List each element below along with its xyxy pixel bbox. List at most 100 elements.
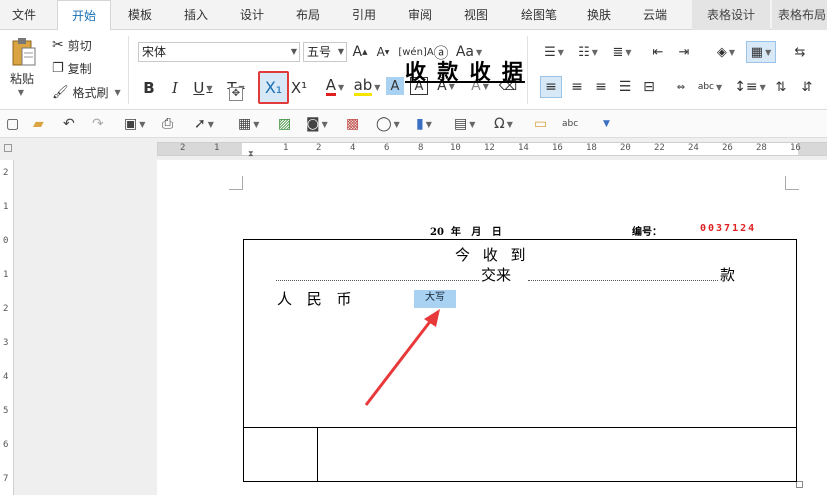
bullet-list-icon[interactable]: ☰ ▼ — [540, 42, 568, 62]
align-right-icon[interactable]: ≡ — [590, 76, 612, 98]
redo-icon[interactable]: ↷ — [92, 115, 104, 133]
textbox-icon[interactable]: ▤ ▼ — [454, 115, 475, 133]
clipboard-icon — [12, 38, 36, 66]
underline-button[interactable]: U ▼ — [190, 78, 216, 98]
rmb-label: 人 民 币 — [277, 290, 357, 308]
ruler-label: 14 — [518, 143, 529, 153]
align-left-icon[interactable]: ≡ — [540, 76, 562, 98]
paste-dropdown[interactable]: ▼ — [14, 87, 26, 97]
scissors-icon: ✂ — [52, 37, 64, 53]
paragraph-spacing-icon[interactable]: ⇅ — [770, 76, 792, 98]
table-row-divider — [243, 427, 797, 428]
ruler-label: 6 — [384, 143, 390, 153]
menu-layout[interactable]: 布局 — [281, 0, 335, 30]
chevron-down-icon: ▼ — [114, 87, 121, 97]
increase-indent-icon[interactable]: ⇥ — [674, 42, 694, 62]
menu-table-layout[interactable]: 表格布局 — [772, 0, 827, 30]
bold-button[interactable]: B — [140, 78, 158, 98]
note-icon[interactable]: ▭ — [534, 115, 547, 133]
customize-toolbar-icon[interactable]: ▼ — [603, 115, 610, 133]
menu-references[interactable]: 引用 — [337, 0, 391, 30]
receipt-table[interactable] — [243, 239, 797, 482]
purpose-line[interactable] — [528, 280, 718, 281]
font-size-value: 五号 — [307, 45, 332, 59]
text-direction-icon[interactable]: ⇆ — [790, 42, 810, 62]
shading-icon[interactable]: ◈ ▼ — [712, 42, 740, 62]
date-line: 20 年 月 日 — [430, 227, 502, 238]
cut-button[interactable]: ✂ 剪切 — [52, 36, 92, 54]
menu-table-design[interactable]: 表格设计 — [692, 0, 770, 30]
symbol-icon[interactable]: Ω ▼ — [494, 115, 513, 133]
char-count-icon[interactable]: abc — [562, 115, 578, 133]
indent-marker-icon[interactable]: ⧗ — [248, 149, 254, 159]
smartart-icon[interactable]: ▩ — [346, 115, 359, 133]
ruler-label: 22 — [654, 143, 665, 153]
justify-icon[interactable]: ☰ — [614, 76, 636, 98]
new-doc-icon[interactable]: ▢ — [6, 115, 19, 133]
print-icon[interactable]: ⎙ — [162, 115, 173, 133]
shapes-icon[interactable]: ◯ ▼ — [376, 115, 400, 133]
open-folder-icon[interactable]: ▰ — [33, 115, 44, 133]
subscript-button[interactable]: X₁ — [258, 71, 289, 104]
multilevel-list-icon[interactable]: ≣ ▼ — [608, 42, 636, 62]
column-icon[interactable]: ⇵ — [796, 76, 818, 98]
menu-insert[interactable]: 插入 — [169, 0, 223, 30]
exchange-label: 交来 — [481, 266, 512, 284]
ruler-label: 16 — [790, 143, 801, 153]
menu-design[interactable]: 设计 — [225, 0, 279, 30]
italic-button[interactable]: I — [166, 78, 184, 98]
ruler-label: 20 — [620, 143, 631, 153]
horizontal-ruler[interactable]: 2 1 1 2 4 6 8 10 12 14 16 18 20 22 24 26… — [157, 142, 827, 159]
superscript-button[interactable]: X¹ — [290, 78, 308, 98]
paste-button[interactable] — [6, 34, 40, 70]
highlight-button[interactable]: ab ▼ — [352, 76, 382, 98]
insert-picture-icon[interactable]: ▨ — [278, 115, 291, 133]
line-break-icon[interactable]: abc ▼ — [696, 76, 724, 98]
font-name-select[interactable]: 宋体 ▼ — [138, 42, 300, 62]
payment-label: 款 — [720, 266, 736, 284]
tab-stop-icon[interactable] — [4, 144, 12, 152]
font-size-select[interactable]: 五号 ▼ — [303, 42, 347, 62]
align-center-icon[interactable]: ≡ — [566, 76, 588, 98]
select-pointer-icon[interactable]: ➚ ▼ — [194, 115, 214, 133]
char-spacing-icon[interactable]: ⇔ — [670, 76, 692, 98]
received-label: 今 收 到 — [455, 246, 530, 264]
numbered-list-icon[interactable]: ☷ ▼ — [574, 42, 602, 62]
table-move-handle-icon[interactable]: ✥ — [229, 87, 243, 101]
font-color-button[interactable]: A ▼ — [320, 76, 350, 98]
crop-mark — [229, 176, 243, 190]
ruler-label: 2 — [316, 143, 322, 153]
menu-file[interactable]: 文件 — [0, 0, 48, 30]
menu-template[interactable]: 模板 — [113, 0, 167, 30]
table-resize-handle-icon[interactable] — [796, 481, 803, 488]
screenshot-icon[interactable]: ◙ ▼ — [306, 115, 328, 133]
payer-line[interactable] — [276, 280, 479, 281]
chart-icon[interactable]: ▮ ▼ — [416, 115, 432, 133]
distribute-icon[interactable]: ⊟ — [638, 76, 660, 98]
paste-label[interactable]: 粘贴 — [4, 70, 40, 86]
ruler-label: 5 — [3, 406, 9, 416]
save-icon[interactable]: ▣ ▼ — [124, 115, 145, 133]
copy-button[interactable]: ❐ 复制 — [52, 59, 92, 77]
quick-access-toolbar: ▢ ▰ ↶ ↷ ▣ ▼ ⎙ ➚ ▼ ▦ ▼ ▨ ◙ ▼ ▩ ◯ ▼ ▮ ▼ ▤ ▼ Ω ▼ ▭ … — [0, 110, 827, 138]
char-shading-icon[interactable]: A — [386, 77, 404, 95]
decrease-indent-icon[interactable]: ⇤ — [648, 42, 668, 62]
ruler-label: 16 — [552, 143, 563, 153]
insert-table-icon[interactable]: ▦ ▼ — [238, 115, 259, 133]
menu-draw-pen[interactable]: 绘图笔 — [508, 0, 570, 30]
menu-home[interactable]: 开始 — [57, 0, 111, 31]
ruler-margin-right — [798, 143, 827, 155]
line-spacing-icon[interactable]: ↕≡ ▼ — [734, 76, 766, 98]
ruler-label: 8 — [418, 143, 424, 153]
vertical-ruler[interactable]: 2 1 0 1 2 3 4 5 6 7 — [0, 160, 14, 495]
menu-view[interactable]: 视图 — [449, 0, 503, 30]
crop-mark — [785, 176, 799, 190]
format-painter-button[interactable]: 🖌 格式刷 ▼ — [52, 83, 121, 101]
menu-skin[interactable]: 换肤 — [572, 0, 626, 30]
borders-icon[interactable]: ▦ ▼ — [746, 41, 776, 63]
grow-font-icon[interactable]: A ▲ — [351, 43, 369, 61]
menu-cloud[interactable]: 云端 — [628, 0, 682, 30]
menu-review[interactable]: 审阅 — [393, 0, 447, 30]
undo-icon[interactable]: ↶ — [63, 115, 75, 133]
shrink-font-icon[interactable]: A ▼ — [374, 43, 392, 61]
